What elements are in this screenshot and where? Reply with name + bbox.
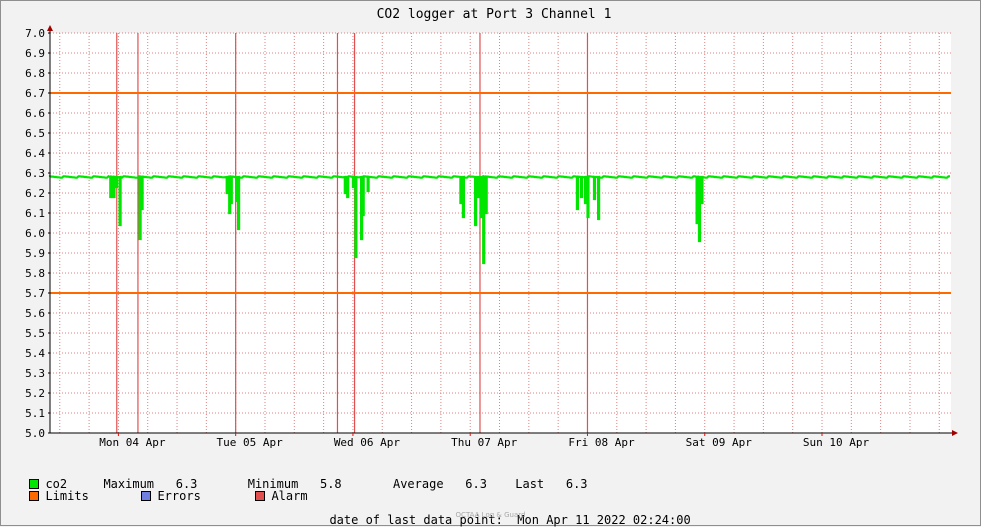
y-tick-label: 6.4: [25, 147, 45, 160]
legend-swatch-limits: [29, 491, 40, 501]
legend-last-value: 6.3: [565, 477, 588, 491]
x-tick-label: Wed 06 Apr: [334, 436, 401, 449]
y-tick-label: 5.5: [25, 327, 45, 340]
watermark: OCTAA Log & Guard: [455, 511, 526, 519]
y-tick-label: 6.6: [25, 107, 45, 120]
x-tick-labels: Mon 04 Apr Tue 05 Apr Wed 06 Apr Thu 07 Apr…: [99, 433, 869, 449]
x-tick-label: Tue 05 Apr: [217, 436, 284, 449]
chart-svg: CO2 logger at Port 3 Channel 1 5.0 5.1 5.2…: [25, 7, 958, 449]
y-tick-label: 6.0: [25, 227, 45, 240]
y-tick-label: 6.8: [25, 67, 45, 80]
y-tick-label: 5.0: [25, 427, 45, 440]
y-tick-label: 6.9: [25, 47, 45, 60]
x-tick-label: Sun 10 Apr: [803, 436, 870, 449]
legend-minimum-value: 5.8: [319, 477, 342, 491]
y-tick-label: 7.0: [25, 27, 45, 40]
legend-errors-label: Errors: [157, 489, 201, 503]
legend-average-value: 6.3: [465, 477, 487, 491]
y-tick-label: 5.4: [25, 347, 45, 360]
y-tick-label: 5.8: [25, 267, 45, 280]
x-tick-label: Mon 04 Apr: [99, 436, 166, 449]
x-tick-label: Thu 07 Apr: [451, 436, 518, 449]
y-tick-label: 5.3: [25, 367, 45, 380]
legend-last-label: Last: [515, 477, 545, 491]
y-axis-arrow: [47, 25, 53, 31]
y-tick-label: 5.2: [25, 387, 45, 400]
x-axis-arrow: [952, 430, 958, 436]
y-tick-label: 6.1: [25, 207, 45, 220]
y-tick-label: 5.1: [25, 407, 45, 420]
chart-title: CO2 logger at Port 3 Channel 1: [377, 7, 612, 22]
y-tick-label: 6.3: [25, 167, 45, 180]
y-tick-label: 5.7: [25, 287, 45, 300]
y-tick-label: 6.7: [25, 87, 45, 100]
y-tick-label: 6.2: [25, 187, 45, 200]
y-tick-label: 6.5: [25, 127, 45, 140]
legend-row-markers: Limits Errors Alarm: [15, 475, 308, 503]
legend-swatch-alarm: [255, 491, 266, 501]
legend-average-label: Average: [392, 477, 444, 491]
y-tick-labels: 5.0 5.1 5.2 5.3 5.4 5.5 5.6 5.7 5.8 5.9 6.0 6.1 6.2 6…: [25, 27, 50, 440]
legend-swatch-errors: [141, 491, 152, 501]
legend-limits-label: Limits: [45, 489, 89, 503]
y-tick-label: 5.6: [25, 307, 45, 320]
x-tick-label: Sat 09 Apr: [686, 436, 753, 449]
x-tick-label: Fri 08 Apr: [568, 436, 635, 449]
y-tick-label: 5.9: [25, 247, 45, 260]
legend-alarm-label: Alarm: [271, 489, 308, 503]
